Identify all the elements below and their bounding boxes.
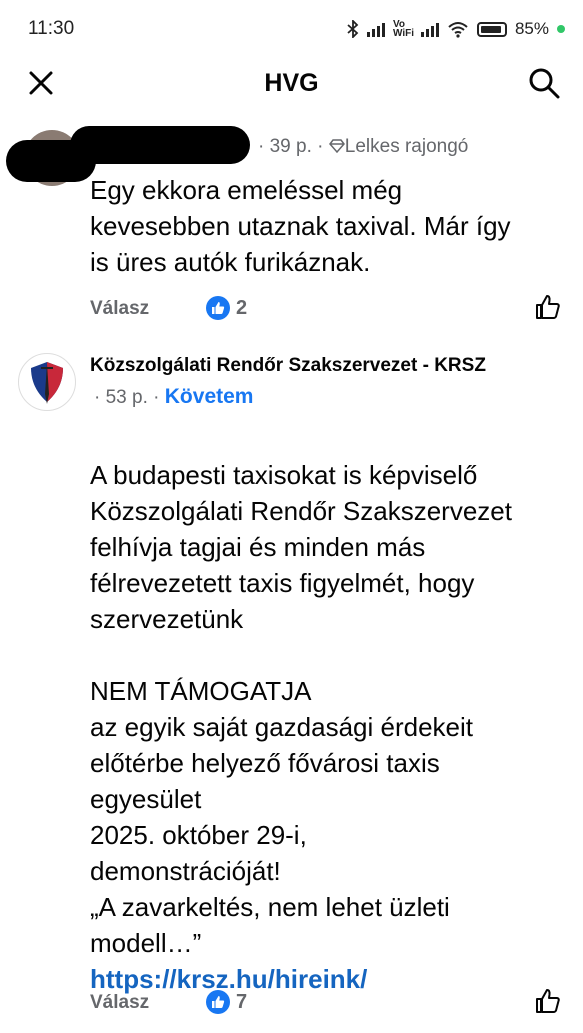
fan-badge: Lelkes rajongó [344, 136, 469, 157]
like-button-icon[interactable] [535, 988, 561, 1014]
network-type: Vo WiFi [392, 19, 414, 39]
comment-text-body: A budapesti taxisokat is képviselő Közsz… [90, 460, 512, 958]
comment-2: Közszolgálati Rendőr Szakszervezet - KRS… [0, 345, 583, 1024]
like-reaction-icon [206, 990, 230, 1014]
comment-time: · 53 p. · [94, 387, 160, 408]
battery-icon [476, 21, 507, 37]
comment-meta: · 39 p. · Lelkes rajongó [258, 136, 468, 158]
krsz-avatar[interactable] [18, 353, 76, 411]
status-time: 11:30 [28, 18, 75, 39]
like-button-icon[interactable] [535, 294, 561, 320]
reply-button[interactable]: Válasz [90, 992, 149, 1014]
diamond-icon [328, 139, 345, 154]
bluetooth-icon [347, 20, 359, 38]
comment-text: A budapesti taxisokat is képviselő Közsz… [90, 421, 512, 1033]
comment-text: Egy ekkora emeléssel még kevesebben utaz… [90, 175, 511, 277]
search-icon [529, 68, 560, 99]
charging-dot [557, 25, 565, 33]
cell-signal-icon-2 [420, 21, 439, 37]
wifi-icon [448, 22, 468, 38]
reply-button[interactable]: Válasz [90, 298, 149, 320]
page-title: HVG [264, 68, 319, 97]
comment-1: · 39 p. · Lelkes rajongó Egy ekkora emel… [0, 120, 583, 330]
reaction-summary[interactable]: 7 [206, 990, 247, 1014]
reaction-summary[interactable]: 2 [206, 296, 247, 320]
comment-time: · 39 p. · [258, 136, 324, 157]
search-button[interactable] [527, 66, 561, 100]
close-icon [29, 71, 53, 95]
cell-signal-icon [366, 21, 385, 37]
reaction-count: 7 [236, 990, 248, 1013]
author-name[interactable]: Közszolgálati Rendőr Szakszervezet - KRS… [90, 355, 486, 377]
follow-button[interactable]: Követem [165, 385, 254, 408]
comment-meta: · 53 p. · Követem [94, 385, 253, 409]
status-bar: 11:30 Vo WiFi 85% [0, 0, 583, 58]
reaction-count: 2 [236, 296, 248, 319]
status-icons: Vo WiFi 85% [347, 19, 565, 39]
redacted-name-bar [70, 126, 250, 164]
battery-level: 85% [514, 19, 549, 38]
like-reaction-icon [206, 296, 230, 320]
close-button[interactable] [24, 66, 58, 100]
shield-logo-icon [31, 362, 63, 404]
app-header: HVG [0, 58, 583, 108]
